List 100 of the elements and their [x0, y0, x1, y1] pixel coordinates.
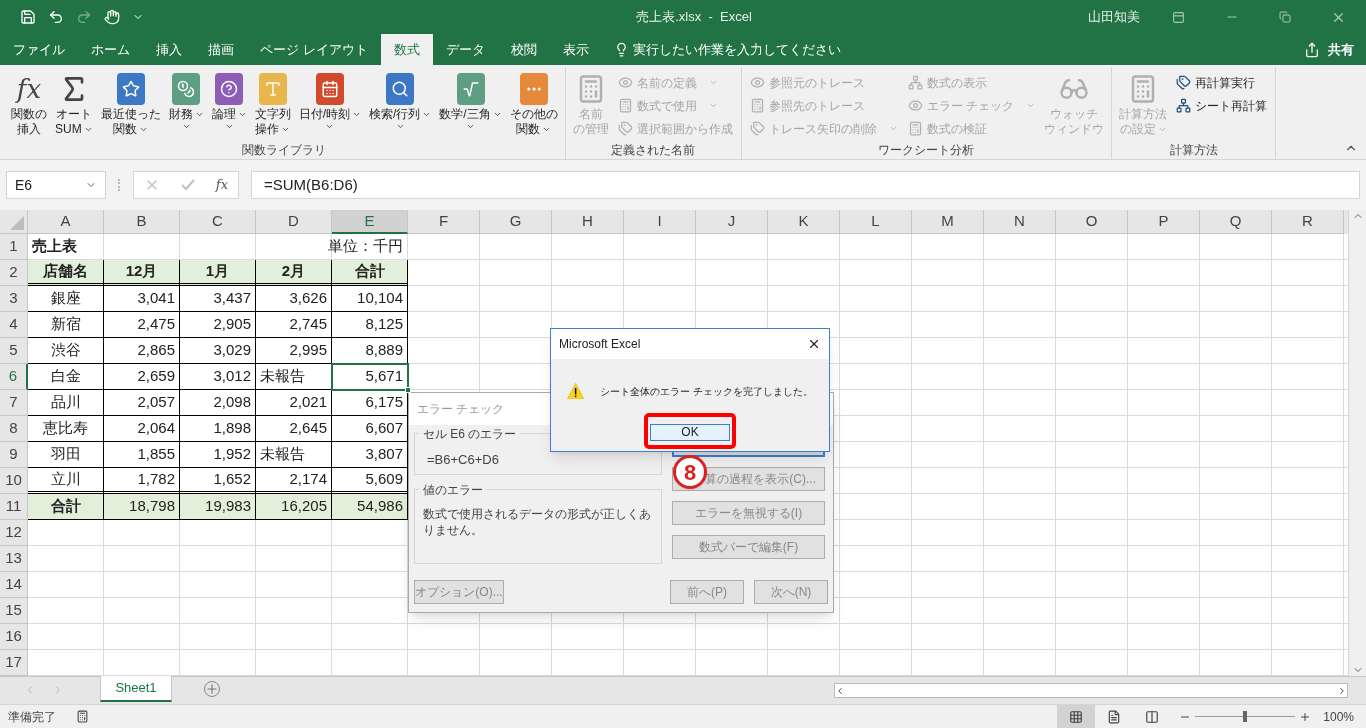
- ribbon-button[interactable]: 再計算実行: [1172, 71, 1272, 94]
- table-cell[interactable]: 2,475: [104, 312, 180, 338]
- ribbon-button[interactable]: 文字列 操作: [251, 67, 294, 141]
- view-button[interactable]: [1057, 704, 1096, 728]
- horizontal-scrollbar[interactable]: [834, 683, 1348, 698]
- column-header[interactable]: G: [480, 210, 552, 234]
- name-box[interactable]: E6: [6, 171, 106, 199]
- table-cell[interactable]: 品川: [28, 390, 104, 416]
- empty-cells[interactable]: [28, 520, 408, 676]
- row-header[interactable]: 12: [0, 520, 28, 546]
- column-header[interactable]: E: [332, 210, 408, 234]
- row-header[interactable]: 7: [0, 390, 28, 416]
- zoom-slider[interactable]: [1195, 710, 1296, 723]
- table-cell[interactable]: 1,952: [180, 442, 256, 468]
- row-header[interactable]: 11: [0, 494, 28, 520]
- column-header[interactable]: F: [408, 210, 480, 234]
- table-cell[interactable]: 10,104: [332, 286, 408, 312]
- ok-button[interactable]: OK: [650, 424, 730, 441]
- table-cell[interactable]: 2,021: [256, 390, 332, 416]
- check-icon[interactable]: [179, 178, 196, 192]
- column-header[interactable]: O: [1056, 210, 1128, 234]
- table-cell[interactable]: 合計: [332, 260, 408, 286]
- column-header[interactable]: N: [984, 210, 1056, 234]
- table-cell[interactable]: 8,125: [332, 312, 408, 338]
- ribbon-tab[interactable]: 校閲: [497, 34, 550, 65]
- row-header[interactable]: 5: [0, 338, 28, 364]
- column-header[interactable]: R: [1272, 210, 1344, 234]
- column-header[interactable]: C: [180, 210, 256, 234]
- table-cell[interactable]: 店舗名: [28, 260, 104, 286]
- row-header[interactable]: 3: [0, 286, 28, 312]
- ribbon-button[interactable]: 財務: [165, 67, 207, 141]
- table-cell[interactable]: 渋谷: [28, 338, 104, 364]
- ribbon-tab[interactable]: ページ レイアウト: [247, 34, 381, 65]
- row-header[interactable]: 14: [0, 572, 28, 598]
- ribbon-button[interactable]: 最近使った 関数: [97, 67, 164, 141]
- insert-function-icon[interactable]: fx: [215, 175, 228, 195]
- table-cell[interactable]: 1,898: [180, 416, 256, 442]
- table-cell[interactable]: 2,905: [180, 312, 256, 338]
- table-cell[interactable]: 恵比寿: [28, 416, 104, 442]
- row-header[interactable]: 15: [0, 598, 28, 624]
- ribbon-options-icon[interactable]: [1172, 10, 1185, 24]
- fill-handle[interactable]: [405, 387, 411, 393]
- table-cell[interactable]: 未報告: [256, 442, 332, 468]
- zoom-in-icon[interactable]: [1299, 710, 1312, 723]
- scroll-right-icon[interactable]: [1337, 685, 1347, 696]
- ribbon-button[interactable]: その他の 関数: [506, 67, 561, 141]
- table-cell[interactable]: 19,983: [180, 494, 256, 520]
- row-header[interactable]: 16: [0, 624, 28, 650]
- zoom-level[interactable]: 100%: [1323, 707, 1354, 726]
- sheet-tab[interactable]: Sheet1: [100, 676, 172, 702]
- ribbon-button[interactable]: fx 関数の 挿入: [8, 67, 50, 141]
- close-icon[interactable]: [807, 337, 821, 351]
- row-header[interactable]: 9: [0, 442, 28, 468]
- ribbon-button[interactable]: 論理: [208, 67, 250, 141]
- ribbon-button[interactable]: 日付/時刻: [295, 67, 364, 141]
- ribbon-tab[interactable]: 表示: [549, 34, 602, 65]
- slider-thumb[interactable]: [1243, 711, 1248, 722]
- row-header[interactable]: 8: [0, 416, 28, 442]
- table-cell[interactable]: 合計: [28, 494, 104, 520]
- ribbon-button[interactable]: 数学/三角: [436, 67, 505, 141]
- table-cell[interactable]: 未報告: [256, 364, 332, 390]
- table-cell[interactable]: 2,745: [256, 312, 332, 338]
- column-header[interactable]: Q: [1200, 210, 1272, 234]
- row-header[interactable]: 1: [0, 234, 28, 260]
- ribbon-tab[interactable]: ホーム: [78, 34, 143, 65]
- vertical-scrollbar[interactable]: [1348, 210, 1366, 676]
- column-header[interactable]: P: [1128, 210, 1200, 234]
- ribbon-tab[interactable]: 描画: [195, 34, 247, 65]
- row-header[interactable]: 10: [0, 468, 28, 494]
- restore-icon[interactable]: [1279, 11, 1291, 23]
- column-header[interactable]: M: [912, 210, 984, 234]
- ribbon-tab[interactable]: 数式: [380, 34, 433, 65]
- add-sheet-icon[interactable]: [204, 681, 220, 697]
- table-cell[interactable]: 2,995: [256, 338, 332, 364]
- table-cell[interactable]: 2月: [256, 260, 332, 286]
- row-header[interactable]: 4: [0, 312, 28, 338]
- row-header[interactable]: 13: [0, 546, 28, 572]
- column-header[interactable]: A: [28, 210, 104, 234]
- calculator-icon[interactable]: [76, 710, 89, 723]
- column-header[interactable]: J: [696, 210, 768, 234]
- ribbon-tab[interactable]: ファイル: [0, 34, 78, 65]
- ribbon-button[interactable]: 検索/行列: [366, 67, 435, 141]
- table-cell[interactable]: 2,098: [180, 390, 256, 416]
- column-header[interactable]: K: [768, 210, 840, 234]
- formula-field[interactable]: =SUM(B6:D6): [251, 171, 1360, 199]
- ribbon-tab[interactable]: データ: [432, 34, 498, 65]
- table-cell[interactable]: 1月: [180, 260, 256, 286]
- table-cell[interactable]: 2,057: [104, 390, 180, 416]
- table-cell[interactable]: 54,986: [332, 494, 408, 520]
- table-cell[interactable]: 16,205: [256, 494, 332, 520]
- table-cell[interactable]: 2,645: [256, 416, 332, 442]
- row-header[interactable]: 2: [0, 260, 28, 286]
- table-cell[interactable]: 5,671: [332, 364, 408, 390]
- table-cell[interactable]: 白金: [28, 364, 104, 390]
- ribbon-tab[interactable]: 挿入: [143, 34, 195, 65]
- column-header[interactable]: L: [840, 210, 912, 234]
- undo-icon[interactable]: [48, 9, 64, 25]
- table-cell[interactable]: 3,012: [180, 364, 256, 390]
- table-cell[interactable]: 2,865: [104, 338, 180, 364]
- table-cell[interactable]: 18,798: [104, 494, 180, 520]
